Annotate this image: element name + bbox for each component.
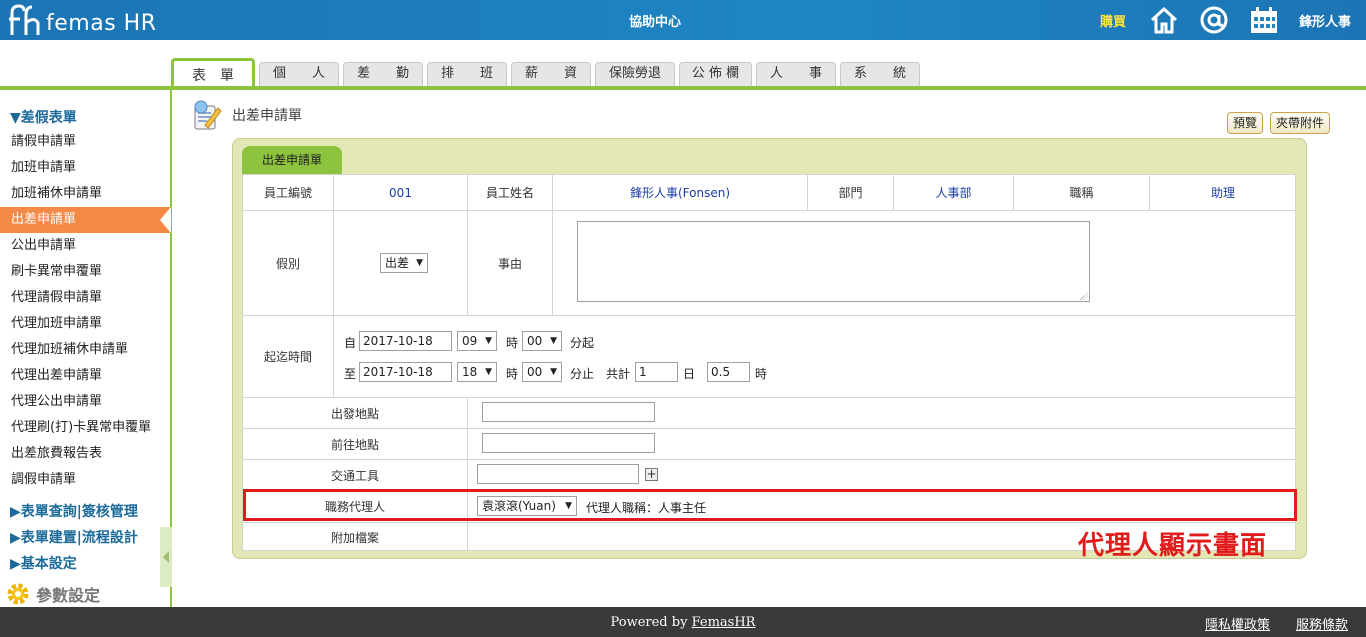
sidebar-item-business-trip[interactable]: 出差申請單	[0, 207, 171, 233]
tab-bulletin[interactable]: 公 佈 欄	[679, 62, 752, 86]
from-hour-unit: 時	[506, 336, 519, 350]
page-title: 出差申請單	[232, 108, 302, 124]
sidebar-item-punch-exception[interactable]: 刷卡異常申覆單	[0, 259, 170, 285]
hours-input[interactable]: 0.5	[707, 362, 750, 382]
job-title-label: 職稱	[1014, 175, 1150, 211]
depart-label: 出發地點	[243, 398, 468, 429]
to-minute-unit: 分止	[570, 367, 595, 381]
from-label: 自	[344, 336, 357, 350]
emp-name-label: 員工姓名	[468, 175, 553, 211]
sidebar-item-proxy-business-trip[interactable]: 代理出差申請單	[0, 363, 170, 389]
sidebar-section-basic[interactable]: ▶基本設定	[10, 553, 77, 573]
company-name[interactable]: 鋒形人事	[1299, 11, 1351, 30]
period-cell	[334, 316, 1296, 398]
sidebar-param-settings[interactable]: 參數設定	[6, 582, 100, 606]
from-minute-unit: 分起	[570, 336, 595, 350]
terms-link[interactable]: 服務條款	[1296, 614, 1348, 633]
to-minute-select[interactable]: 00	[522, 362, 562, 382]
tab-attendance[interactable]: 差 勤	[343, 62, 423, 86]
sidebar-item-proxy-comp-leave[interactable]: 代理加班補休申請單	[0, 337, 170, 363]
emp-name-value: 鋒形人事(Fonsen)	[553, 175, 808, 211]
sidebar-item-leave-request[interactable]: 請假申請單	[0, 129, 170, 155]
to-date-input[interactable]: 2017-10-18	[359, 362, 452, 382]
days-input[interactable]: 1	[635, 362, 678, 382]
reason-textarea[interactable]	[577, 221, 1090, 302]
top-bar: femas HR 協助中心 購買 鋒形人事	[0, 0, 1366, 40]
resize-grip-icon[interactable]	[1080, 292, 1088, 300]
tab-payroll[interactable]: 薪 資	[511, 62, 591, 86]
reason-label: 事由	[468, 211, 553, 316]
transport-input[interactable]	[477, 464, 639, 484]
to-label: 至	[344, 367, 357, 381]
brand-logo[interactable]: femas HR	[8, 3, 156, 37]
gear-icon	[7, 583, 29, 605]
tab-personal[interactable]: 個 人	[259, 62, 339, 86]
emp-no-label: 員工編號	[243, 175, 334, 211]
depart-input[interactable]	[482, 402, 655, 422]
sidebar-item-travel-expense-report[interactable]: 出差旅費報告表	[0, 441, 170, 467]
destination-label: 前往地點	[243, 429, 468, 460]
email-at-icon[interactable]	[1199, 5, 1229, 35]
emp-no-value: 001	[334, 175, 468, 211]
help-center-link[interactable]: 協助中心	[600, 11, 710, 30]
femashr-link[interactable]: FemasHR	[692, 615, 756, 630]
femas-logo-icon	[9, 4, 40, 35]
job-title-value: 助理	[1150, 175, 1296, 211]
attach-file-button[interactable]: 夾帶附件	[1270, 112, 1331, 134]
tab-insurance[interactable]: 保險勞退	[595, 62, 675, 86]
leave-type-label: 假別	[243, 211, 334, 316]
period-label: 起迄時間	[243, 316, 334, 398]
sidebar-item-proxy-leave[interactable]: 代理請假申請單	[0, 285, 170, 311]
home-icon[interactable]	[1149, 5, 1179, 35]
sidebar-item-leave-swap[interactable]: 調假申請單	[0, 467, 170, 493]
sidebar-item-comp-leave-request[interactable]: 加班補休申請單	[0, 181, 170, 207]
privacy-policy-link[interactable]: 隱私權政策	[1205, 614, 1270, 633]
tab-scheduling[interactable]: 排 班	[427, 62, 507, 86]
leave-type-select[interactable]: 出差	[380, 253, 428, 273]
tab-hr[interactable]: 人 事	[756, 62, 836, 86]
from-minute-select[interactable]: 00	[522, 331, 562, 351]
to-hour-unit: 時	[506, 367, 519, 381]
days-unit: 日	[683, 367, 696, 381]
hours-unit: 時	[755, 367, 768, 381]
sidebar-item-official-outing[interactable]: 公出申請單	[0, 233, 170, 259]
dept-label: 部門	[808, 175, 894, 211]
sidebar-section-build[interactable]: ▶表單建置|流程設計	[10, 527, 138, 547]
dept-value: 人事部	[894, 175, 1014, 211]
annotation-text: 代理人顯示畫面	[1078, 531, 1268, 561]
to-hour-select[interactable]: 18	[457, 362, 497, 382]
add-transport-icon[interactable]: +	[645, 468, 658, 481]
sidebar-item-proxy-overtime[interactable]: 代理加班申請單	[0, 311, 170, 337]
calendar-icon[interactable]	[1249, 5, 1279, 35]
tab-underline	[0, 86, 1366, 90]
from-date-input[interactable]: 2017-10-18	[359, 331, 452, 351]
footer: Powered by FemasHR 隱私權政策 服務條款	[0, 607, 1366, 637]
attachment-label: 附加檔案	[243, 523, 468, 551]
tab-system[interactable]: 系 統	[840, 62, 920, 86]
powered-by: Powered by FemasHR	[0, 615, 1366, 630]
sidebar-item-overtime-request[interactable]: 加班申請單	[0, 155, 170, 181]
powered-prefix: Powered by	[610, 615, 692, 630]
agent-highlight-box	[243, 489, 1297, 521]
sidebar: ▼差假表單 請假申請單 加班申請單 加班補休申請單 出差申請單 公出申請單 刷卡…	[0, 90, 172, 607]
total-label: 共計	[606, 367, 631, 381]
from-hour-select[interactable]: 09	[457, 331, 497, 351]
buy-link[interactable]: 購買	[1100, 11, 1126, 30]
param-settings-label: 參數設定	[36, 586, 101, 605]
sidebar-collapse-handle[interactable]	[160, 527, 172, 587]
sidebar-section-leave-forms[interactable]: ▼差假表單	[10, 107, 77, 127]
brand-name: femas HR	[46, 11, 157, 36]
panel-tab-business-trip[interactable]: 出差申請單	[242, 146, 342, 174]
sidebar-section-query[interactable]: ▶表單查詢|簽核管理	[10, 501, 138, 521]
preview-button[interactable]: 預覽	[1227, 112, 1264, 134]
form-edit-icon	[194, 100, 222, 130]
transport-label: 交通工具	[243, 460, 468, 491]
sidebar-item-proxy-official-outing[interactable]: 代理公出申請單	[0, 389, 170, 415]
sidebar-item-proxy-punch-exception[interactable]: 代理刷(打)卡異常申覆單	[0, 415, 170, 441]
destination-input[interactable]	[482, 433, 655, 453]
